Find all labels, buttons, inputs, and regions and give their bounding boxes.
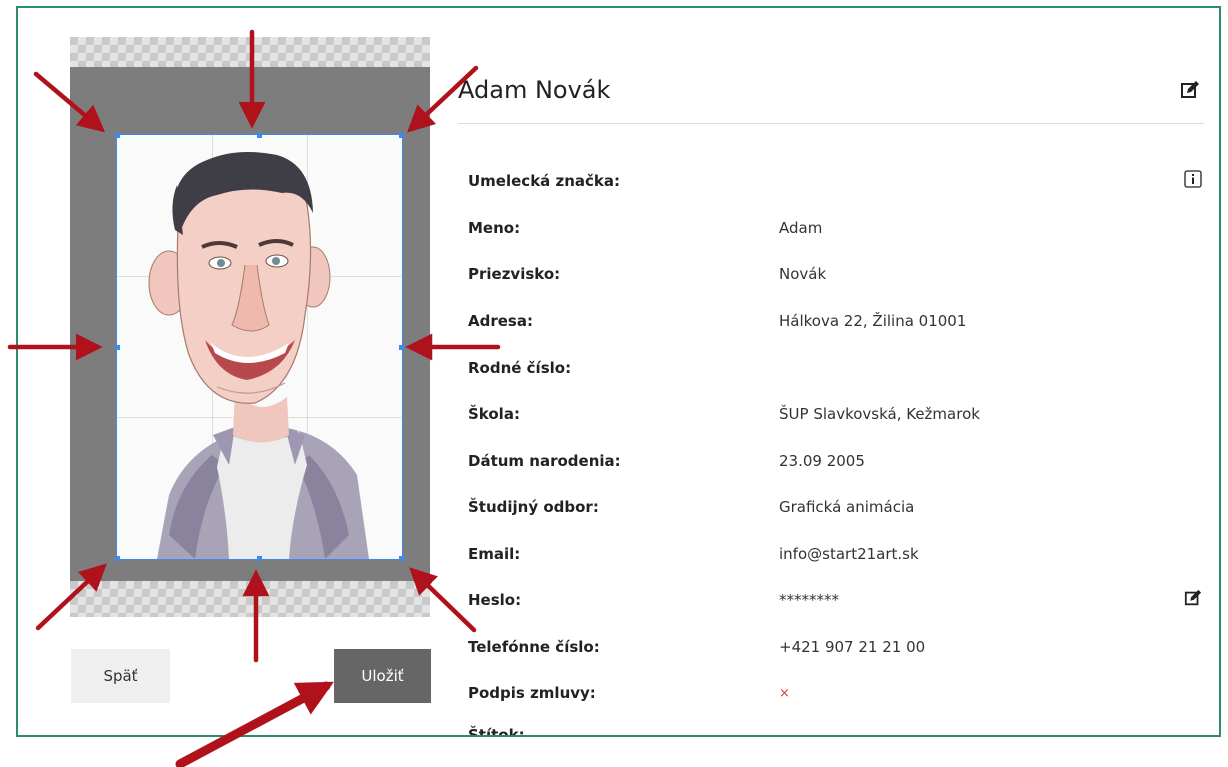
profile-name-heading: Adam Novák	[458, 76, 611, 104]
field-row-contract-signature: Podpis zmluvy: ×	[468, 684, 1208, 706]
field-label: Umelecká značka:	[468, 172, 621, 190]
field-label: Priezvisko:	[468, 265, 561, 283]
field-label: Telefónne číslo:	[468, 638, 600, 656]
field-label: Rodné číslo:	[468, 359, 572, 377]
crop-handle-left[interactable]	[115, 345, 120, 350]
field-row-tag: Štítok: —	[468, 726, 1208, 737]
field-value: ********	[779, 591, 839, 609]
field-row-birth-number: Rodné číslo:	[468, 359, 1208, 381]
field-row-birth-date: Dátum narodenia: 23.09 2005	[468, 452, 1208, 474]
field-row-email: Email: info@start21art.sk	[468, 545, 1208, 567]
field-value: —	[779, 726, 794, 737]
info-icon[interactable]	[1184, 170, 1202, 188]
crop-handle-top[interactable]	[257, 133, 262, 138]
field-label: Meno:	[468, 219, 521, 237]
field-label: Heslo:	[468, 591, 522, 609]
field-value: Grafická animácia	[779, 498, 915, 516]
signature-status-cross-icon: ×	[779, 686, 790, 701]
field-value: 23.09 2005	[779, 452, 865, 470]
image-cropper	[70, 37, 430, 617]
field-label: Email:	[468, 545, 521, 563]
back-button[interactable]: Späť	[71, 649, 170, 703]
field-value: ŠUP Slavkovská, Kežmarok	[779, 405, 980, 423]
crop-handle-top-right[interactable]	[399, 133, 404, 138]
profile-window: Späť Uložiť Adam Novák Umelecká značka: …	[16, 6, 1221, 737]
crop-handle-bottom-left[interactable]	[115, 556, 120, 561]
header-divider	[458, 123, 1204, 124]
crop-box[interactable]	[116, 134, 403, 560]
field-row-phone: Telefónne číslo: +421 907 21 21 00	[468, 638, 1208, 660]
field-value: Novák	[779, 265, 827, 283]
field-row-study-field: Študijný odbor: Grafická animácia	[468, 498, 1208, 520]
save-button[interactable]: Uložiť	[334, 649, 431, 703]
screenshot-stage: Späť Uložiť Adam Novák Umelecká značka: …	[0, 0, 1228, 767]
field-label: Štítok:	[468, 726, 525, 737]
field-row-last-name: Priezvisko: Novák	[468, 265, 1208, 287]
field-value: Adam	[779, 219, 823, 237]
field-label: Študijný odbor:	[468, 498, 599, 516]
edit-password-icon[interactable]	[1184, 589, 1202, 607]
field-label: Adresa:	[468, 312, 533, 330]
field-row-password: Heslo: ********	[468, 589, 1208, 613]
field-value: info@start21art.sk	[779, 545, 919, 563]
field-row-school: Škola: ŠUP Slavkovská, Kežmarok	[468, 405, 1208, 427]
field-value: Hálkova 22, Žilina 01001	[779, 312, 967, 330]
crop-handle-right[interactable]	[399, 345, 404, 350]
edit-name-icon[interactable]	[1180, 80, 1200, 100]
field-row-artist-brand: Umelecká značka:	[468, 170, 1208, 194]
field-row-address: Adresa: Hálkova 22, Žilina 01001	[468, 312, 1208, 334]
field-row-first-name: Meno: Adam	[468, 219, 1208, 241]
field-label: Dátum narodenia:	[468, 452, 621, 470]
crop-handle-top-left[interactable]	[115, 133, 120, 138]
caricature-portrait-image	[148, 151, 369, 559]
field-value: +421 907 21 21 00	[779, 638, 926, 656]
field-label: Škola:	[468, 405, 520, 423]
field-label: Podpis zmluvy:	[468, 684, 596, 702]
crop-handle-bottom-right[interactable]	[399, 556, 404, 561]
crop-handle-bottom[interactable]	[257, 556, 262, 561]
profile-panel: Adam Novák Umelecká značka: Meno: Adam P…	[458, 8, 1219, 737]
